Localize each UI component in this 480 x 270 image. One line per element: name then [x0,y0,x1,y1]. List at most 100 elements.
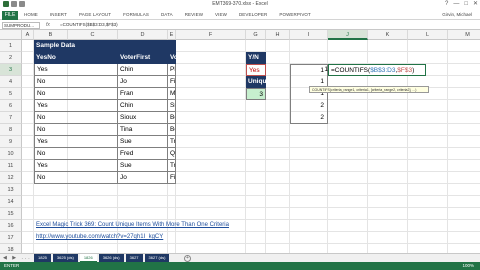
table-cell[interactable]: Tran [168,136,176,148]
table-cell[interactable]: Yes [34,136,118,148]
help-button[interactable]: ? [445,1,448,8]
table-cell[interactable]: Sue [118,160,168,172]
table-cell[interactable]: Finn [168,76,176,88]
row-header-1[interactable]: 1 [0,40,22,52]
tab-insert[interactable]: INSERT [50,12,67,18]
tab-formulas[interactable]: FORMULAS [123,12,149,18]
sheet-tab[interactable]: 1825 [34,254,51,262]
table-cell[interactable]: Boxer [168,124,176,136]
worksheet-grid[interactable]: A B C D E F G H I J K L M 1 2 3 4 5 6 7 8 9 10 11 12 13 14 15 16 17 18… [0,30,480,256]
name-box[interactable]: SUMPRODU... [2,22,40,29]
table-cell[interactable]: Quin [168,148,176,160]
row-header-11[interactable]: 11 [0,160,22,172]
sheet-nav-buttons[interactable]: ◀ ▶ ... [3,255,32,261]
table-cell[interactable]: Jo [118,76,168,88]
tab-view[interactable]: VIEW [215,12,227,18]
column-header-h[interactable]: H [266,30,290,40]
column-header-e[interactable]: E [168,30,176,40]
user-name[interactable]: Girvin, Michael [442,12,472,17]
table-header-yesno[interactable]: YesNo [34,52,118,64]
table-cell[interactable]: No [34,76,118,88]
formula-input[interactable]: =COUNTIFS($B$3:D3,$F$3) [60,22,118,28]
row-header-15[interactable]: 15 [0,208,22,220]
column-header-b[interactable]: B [34,30,68,40]
file-tab[interactable]: FILE [2,11,18,20]
column-header-c[interactable]: C [68,30,118,40]
column-header-l[interactable]: L [408,30,448,40]
table-cell[interactable]: Sue [118,136,168,148]
table-cell[interactable]: Pham [168,64,176,76]
select-all-corner[interactable] [0,30,22,40]
close-button[interactable]: ✕ [473,1,478,8]
helper-cell[interactable]: 2 [290,100,328,112]
row-header-13[interactable]: 13 [0,184,22,196]
table-cell[interactable]: Yes [34,64,118,76]
table-cell[interactable]: Tina [118,124,168,136]
table-cell[interactable]: Boxer [168,112,176,124]
column-header-f[interactable]: F [176,30,246,40]
table-cell[interactable]: No [34,88,118,100]
sheet-tab[interactable]: 3625 (ds) [52,254,78,262]
tab-developer[interactable]: DEVELOPER [239,12,267,18]
column-header-k[interactable]: K [368,30,408,40]
minimize-button[interactable]: — [453,1,459,8]
maximize-button[interactable]: □ [464,1,468,8]
zoom-level[interactable]: 100% [462,262,474,270]
row-header-12[interactable]: 12 [0,172,22,184]
column-header-m[interactable]: M [448,30,480,40]
row-header-16[interactable]: 16 [0,220,22,232]
fx-icon[interactable]: fx [46,22,50,28]
helper-cell[interactable]: 2 [290,112,328,124]
tab-data[interactable]: DATA [161,12,173,18]
column-header-g[interactable]: G [246,30,266,40]
table-title[interactable]: Sample Data [34,40,176,52]
add-sheet-button[interactable]: + [184,255,191,262]
video-url-link[interactable]: http://www.youtube.com/watch?v=27qh1I_kg… [36,234,163,240]
tab-review[interactable]: REVIEW [185,12,203,18]
row-header-14[interactable]: 14 [0,196,22,208]
table-cell[interactable]: Finn [168,172,176,184]
row-header-3[interactable]: 3 [0,64,22,76]
row-header-10[interactable]: 10 [0,148,22,160]
table-cell[interactable]: No [34,172,118,184]
unique-records-value[interactable]: 3 [246,88,266,100]
tab-page-layout[interactable]: PAGE LAYOUT [79,12,111,18]
table-header-voterlast[interactable]: VoterLast [168,52,176,64]
edit-cell-formula[interactable]: =COUNTIFS($B$3:D3,$F$3) [328,64,426,76]
row-header-7[interactable]: 7 [0,112,22,124]
criteria-label[interactable]: Y/N [246,52,266,64]
table-cell[interactable]: Fran [118,88,168,100]
table-cell[interactable]: Yes [34,160,118,172]
row-header-8[interactable]: 8 [0,124,22,136]
table-header-voterfirst[interactable]: VoterFirst [118,52,168,64]
column-header-i[interactable]: I [290,30,328,40]
sheet-tab[interactable]: 3626 (ds) [98,254,124,262]
table-cell[interactable]: Sioux [118,112,168,124]
unique-records-label[interactable]: Unique Records [246,76,266,88]
tab-powerpivot[interactable]: POWERPIVOT [279,12,311,18]
sheet-tab[interactable]: 3627 (ds) [144,254,170,262]
table-cell[interactable]: Chin [118,64,168,76]
table-cell[interactable]: Jo [118,172,168,184]
row-header-2[interactable]: 2 [0,52,22,64]
table-cell[interactable]: Smith [168,100,176,112]
tab-home[interactable]: HOME [24,12,38,18]
table-cell[interactable]: No [34,148,118,160]
row-header-5[interactable]: 5 [0,88,22,100]
column-header-d[interactable]: D [118,30,168,40]
table-cell[interactable]: No [34,124,118,136]
table-cell[interactable]: Mount [168,88,176,100]
table-cell[interactable]: No [34,112,118,124]
criteria-input[interactable]: Yes [246,64,266,76]
row-header-4[interactable]: 4 [0,76,22,88]
row-header-9[interactable]: 9 [0,136,22,148]
column-header-j[interactable]: J [328,30,368,40]
row-header-6[interactable]: 6 [0,100,22,112]
video-title-link[interactable]: Excel Magic Trick 369: Count Unique Item… [36,222,229,228]
sheet-tab[interactable]: 1826 [79,254,97,262]
sheet-tab[interactable]: 3627 [125,254,143,262]
table-cell[interactable]: Chin [118,100,168,112]
function-tooltip[interactable]: COUNTIFS(criteria_range1, criteria1, [cr… [309,86,429,93]
table-cell[interactable]: Tran [168,160,176,172]
row-header-17[interactable]: 17 [0,232,22,244]
